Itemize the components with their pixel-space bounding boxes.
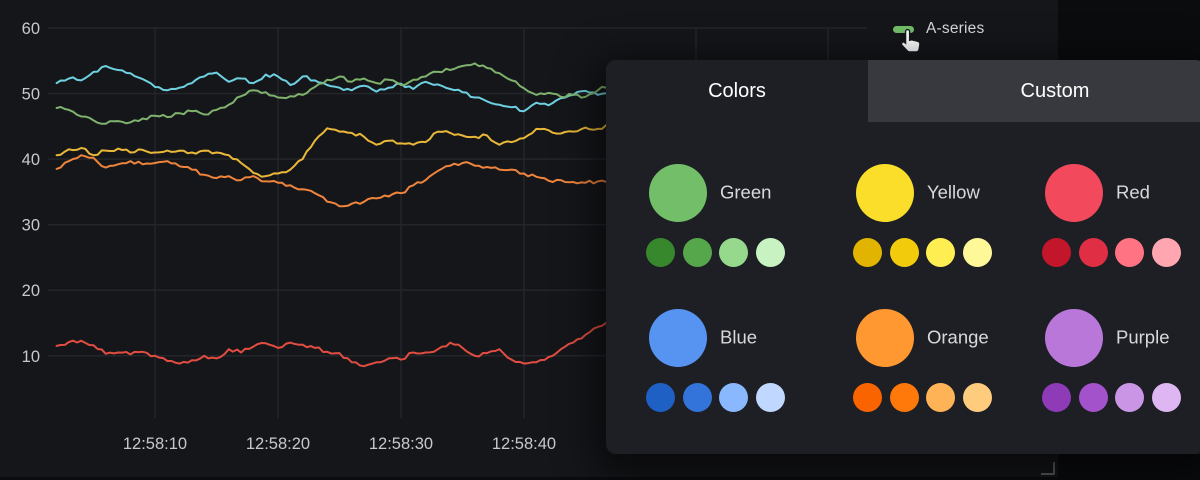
series-line-orange — [57, 155, 611, 206]
color-swatch-red-variant-2[interactable] — [1079, 238, 1108, 267]
color-swatch-purple[interactable] — [1045, 309, 1103, 367]
color-variants-row — [853, 383, 992, 412]
color-swatch-red-variant-4[interactable] — [1152, 238, 1181, 267]
legend-series-marker[interactable] — [893, 26, 914, 33]
color-swatch-purple-variant-3[interactable] — [1115, 383, 1144, 412]
y-axis-tick-label: 30 — [22, 217, 40, 235]
color-swatch-green-variant-4[interactable] — [756, 238, 785, 267]
color-groups: Green Yellow Red Blue Orange Purple — [606, 122, 1200, 454]
x-axis-tick-label: 12:58:40 — [492, 435, 556, 453]
color-variants-row — [1042, 383, 1181, 412]
color-swatch-yellow[interactable] — [856, 164, 914, 222]
color-swatch-yellow-variant-3[interactable] — [926, 238, 955, 267]
color-swatch-blue-variant-1[interactable] — [646, 383, 675, 412]
color-swatch-blue-variant-3[interactable] — [719, 383, 748, 412]
color-variants-row — [646, 238, 785, 267]
color-swatch-orange-variant-2[interactable] — [890, 383, 919, 412]
color-swatch-orange-variant-4[interactable] — [963, 383, 992, 412]
color-swatch-orange[interactable] — [856, 309, 914, 367]
color-swatch-purple-variant-2[interactable] — [1079, 383, 1108, 412]
color-swatch-blue-variant-4[interactable] — [756, 383, 785, 412]
y-axis-tick-label: 10 — [22, 348, 40, 366]
color-swatch-yellow-variant-1[interactable] — [853, 238, 882, 267]
color-swatch-blue-variant-2[interactable] — [683, 383, 712, 412]
color-group-red: Red — [1045, 164, 1200, 292]
legend-series-label: A-series — [926, 20, 984, 38]
color-group-yellow: Yellow — [856, 164, 1034, 292]
y-axis-tick-label: 40 — [22, 151, 40, 169]
color-group-label: Purple — [1116, 327, 1169, 349]
y-axis-tick-label: 20 — [22, 282, 40, 300]
color-swatch-blue[interactable] — [649, 309, 707, 367]
tab-custom-label: Custom — [1021, 80, 1090, 103]
tab-colors[interactable]: Colors — [606, 60, 868, 122]
color-swatch-green-variant-1[interactable] — [646, 238, 675, 267]
y-axis-tick-label: 60 — [22, 20, 40, 38]
series-line-red — [57, 318, 611, 366]
tab-custom[interactable]: Custom — [868, 60, 1200, 122]
color-variants-row — [853, 238, 992, 267]
color-swatch-orange-variant-1[interactable] — [853, 383, 882, 412]
color-group-orange: Orange — [856, 309, 1034, 437]
color-group-green: Green — [649, 164, 827, 292]
color-swatch-green-variant-2[interactable] — [683, 238, 712, 267]
color-swatch-green[interactable] — [649, 164, 707, 222]
color-group-label: Yellow — [927, 182, 980, 204]
tab-colors-label: Colors — [708, 80, 766, 103]
color-group-blue: Blue — [649, 309, 827, 437]
x-axis-tick-label: 12:58:10 — [123, 435, 187, 453]
color-swatch-red[interactable] — [1045, 164, 1103, 222]
color-variants-row — [1042, 238, 1181, 267]
color-swatch-red-variant-3[interactable] — [1115, 238, 1144, 267]
panel-resize-grip[interactable] — [1041, 462, 1055, 475]
x-axis-tick-label: 12:58:30 — [369, 435, 433, 453]
color-swatch-purple-variant-1[interactable] — [1042, 383, 1071, 412]
legend-item-a-series[interactable]: A-series — [893, 20, 984, 38]
color-picker-popup: Colors Custom Green Yellow Red Blue Orange Pu… — [606, 60, 1200, 454]
color-group-label: Blue — [720, 327, 757, 349]
color-swatch-red-variant-1[interactable] — [1042, 238, 1071, 267]
grafana-dashboard: 60 50 40 30 20 10 12:58:10 12:58:20 12:58:30 12:5… — [0, 0, 1200, 480]
series-line-yellow — [57, 124, 611, 177]
color-group-purple: Purple — [1045, 309, 1200, 437]
series-line-cyan — [57, 66, 611, 111]
color-group-label: Orange — [927, 327, 989, 349]
color-swatch-green-variant-3[interactable] — [719, 238, 748, 267]
y-axis-tick-label: 50 — [22, 86, 40, 104]
color-swatch-yellow-variant-4[interactable] — [963, 238, 992, 267]
color-swatch-orange-variant-3[interactable] — [926, 383, 955, 412]
color-group-label: Red — [1116, 182, 1150, 204]
color-swatch-purple-variant-4[interactable] — [1152, 383, 1181, 412]
color-picker-tabs: Colors Custom — [606, 60, 1200, 122]
color-swatch-yellow-variant-2[interactable] — [890, 238, 919, 267]
x-axis-tick-label: 12:58:20 — [246, 435, 310, 453]
color-variants-row — [646, 383, 785, 412]
color-group-label: Green — [720, 182, 771, 204]
